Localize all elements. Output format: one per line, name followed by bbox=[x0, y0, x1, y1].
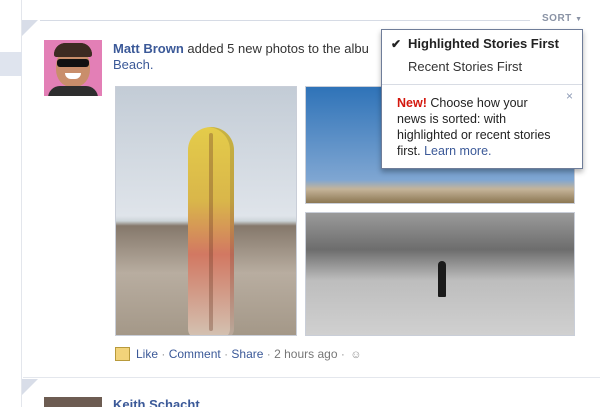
share-link[interactable]: Share bbox=[231, 347, 263, 361]
chevron-down-icon: ▼ bbox=[575, 16, 583, 23]
stream-left-tab bbox=[0, 52, 22, 76]
sort-divider bbox=[40, 20, 530, 21]
checkmark-icon: ✔ bbox=[391, 37, 402, 51]
surfboard-graphic bbox=[188, 127, 234, 335]
learn-more-link[interactable]: Learn more. bbox=[424, 144, 491, 158]
story-action-text: added 5 new photos to the albu bbox=[187, 41, 369, 56]
comment-link[interactable]: Comment bbox=[169, 347, 221, 361]
story-header: Matt Brown added 5 new photos to the alb… bbox=[113, 41, 369, 57]
story-corner-marker bbox=[22, 20, 38, 36]
sort-button[interactable]: SORT ▼ bbox=[542, 13, 583, 24]
photo-dunes-bw[interactable] bbox=[305, 212, 575, 336]
friends-icon: ☺ bbox=[350, 349, 362, 361]
album-link[interactable]: Beach. bbox=[113, 57, 153, 72]
avatar[interactable] bbox=[44, 40, 102, 96]
sort-option-recent[interactable]: Recent Stories First bbox=[382, 57, 582, 77]
author-link[interactable]: Matt Brown bbox=[113, 41, 184, 56]
new-badge: New! bbox=[397, 96, 427, 110]
close-icon[interactable]: × bbox=[566, 89, 573, 103]
sort-notice: New! Choose how your news is sorted: wit… bbox=[382, 84, 582, 168]
sort-label: SORT bbox=[542, 13, 572, 24]
author-link[interactable]: Keith Schacht bbox=[113, 397, 200, 407]
story-corner-marker bbox=[22, 379, 38, 395]
photo-surfboard[interactable] bbox=[115, 86, 297, 336]
story-divider bbox=[23, 377, 600, 378]
story-actions: Like · Comment · Share · 2 hours ago · ☺ bbox=[115, 346, 361, 362]
avatar[interactable] bbox=[44, 397, 102, 407]
timestamp[interactable]: 2 hours ago bbox=[274, 347, 337, 361]
photo-album-icon bbox=[115, 347, 130, 361]
like-link[interactable]: Like bbox=[136, 347, 158, 361]
person-graphic bbox=[438, 261, 446, 297]
sunglasses-graphic bbox=[57, 59, 89, 67]
sort-option-highlighted[interactable]: ✔ Highlighted Stories First bbox=[382, 34, 582, 54]
sort-dropdown: ✔ Highlighted Stories First Recent Stori… bbox=[381, 29, 583, 169]
